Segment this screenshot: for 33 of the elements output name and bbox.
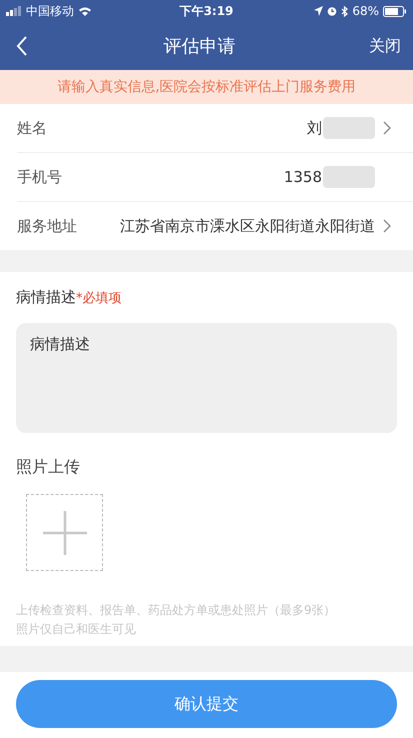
redaction-blur (323, 117, 375, 139)
carrier-name: 中国移动 (26, 2, 74, 20)
field-value: 江苏省南京市溧水区永阳街道永阳街道 (120, 216, 375, 236)
battery-icon (382, 6, 407, 16)
hint-text: 上传检查资料、报告单、药品处方单或患处照片（最多9张） (16, 602, 337, 619)
hint-text: 照片仅自己和医生可见 (16, 621, 137, 638)
form-row[interactable]: 姓名 刘 (17, 104, 413, 153)
field-label: 服务地址 (17, 216, 78, 236)
required-note: *必填项 (76, 290, 122, 307)
form-row[interactable]: 服务地址 江苏省南京市溧水区永阳街道永阳街道 (17, 202, 413, 250)
alarm-icon (327, 6, 338, 16)
chevron-right-icon (383, 121, 391, 135)
section-label: 照片上传 (16, 457, 81, 478)
form-row[interactable]: 手机号 1358 (17, 153, 413, 202)
description-field[interactable]: 病情描述 (16, 323, 397, 433)
redaction-blur (323, 166, 375, 188)
bluetooth-icon (341, 6, 348, 16)
section-label: 病情描述 (16, 288, 76, 307)
chevron-right-icon (383, 219, 391, 233)
field-value: 1358 (284, 168, 322, 186)
field-label: 手机号 (17, 168, 63, 186)
signal-icon (6, 6, 22, 16)
status-time: 下午3:19 (180, 2, 234, 20)
field-label: 姓名 (17, 118, 48, 138)
wifi-icon (78, 6, 92, 16)
battery-percent: 68% (352, 4, 379, 18)
back-icon (16, 36, 28, 56)
page-title: 评估申请 (164, 35, 236, 58)
close-button[interactable]: 关闭 (369, 36, 401, 56)
notice-banner: 请输入真实信息,医院会按标准评估上门服务费用 (0, 70, 413, 104)
location-icon (314, 6, 324, 16)
plus-icon (42, 510, 88, 556)
field-value: 刘 (307, 118, 322, 138)
